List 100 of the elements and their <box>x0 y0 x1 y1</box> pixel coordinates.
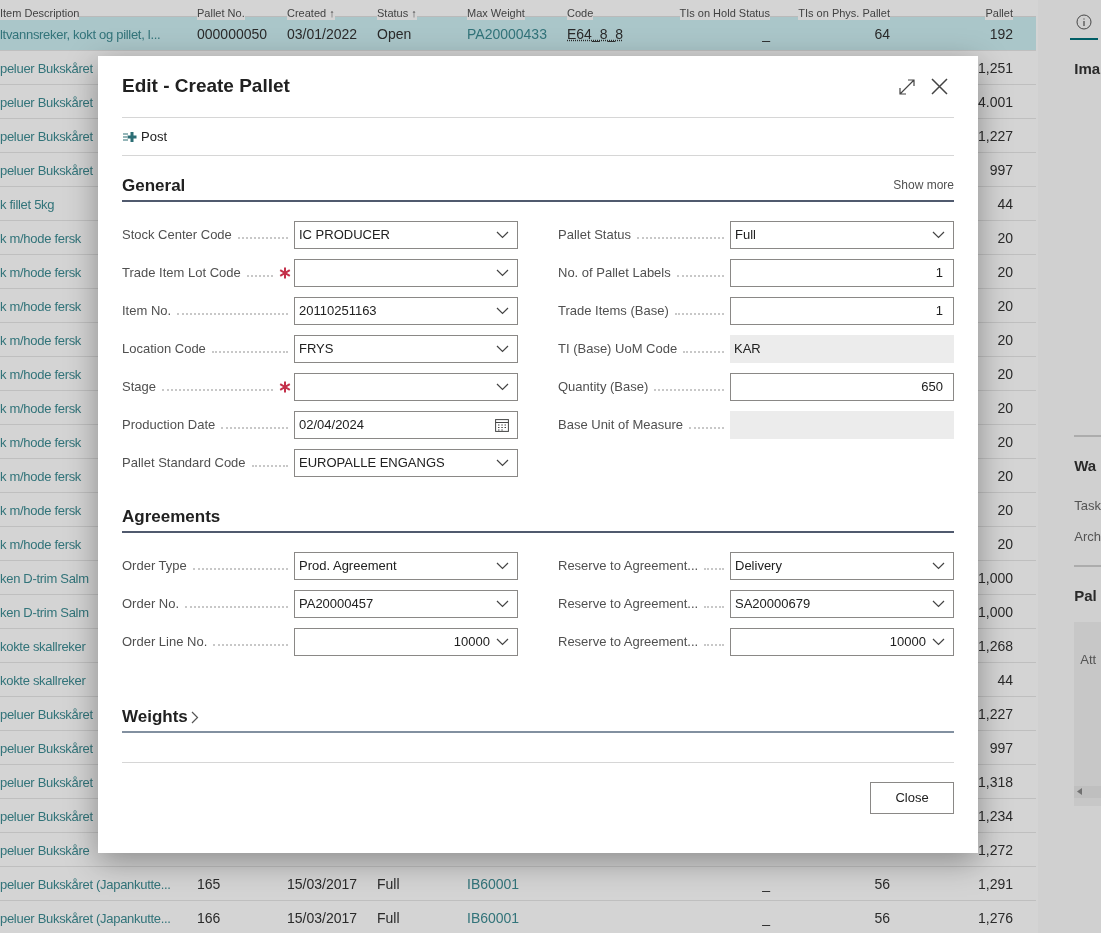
column-header[interactable]: Status ↑ <box>377 6 417 20</box>
table-link[interactable]: k m/hode fersk <box>0 468 82 484</box>
dropdown-field[interactable]: 20110251163 <box>294 297 518 325</box>
table-link[interactable]: peluer Bukskåret <box>0 162 93 178</box>
date-field[interactable]: 02/04/2024 <box>294 411 518 439</box>
section-heading[interactable]: Weights <box>122 707 188 727</box>
table-cell: 20 <box>997 501 1013 518</box>
table-link[interactable]: kokte skallreker <box>0 638 86 654</box>
dropdown-field[interactable]: PA20000457 <box>294 590 518 618</box>
table-link[interactable]: peluer Bukskåret <box>0 774 93 790</box>
table-cell: 1,227 <box>977 127 1013 144</box>
column-header[interactable]: TIs on Hold Status <box>679 6 770 20</box>
expand-icon[interactable] <box>899 78 915 95</box>
section-heading[interactable]: General <box>122 176 186 196</box>
post-button[interactable]: Post <box>122 126 167 147</box>
table-link[interactable]: IB60001 <box>467 875 520 892</box>
read-only-field[interactable]: KAR <box>730 335 954 363</box>
table-link[interactable]: k m/hode fersk <box>0 400 82 416</box>
table-link[interactable]: peluer Bukskåret <box>0 706 93 722</box>
dropdown-field[interactable]: IC PRODUCER <box>294 221 518 249</box>
dropdown-field[interactable]: 10000 <box>730 628 954 656</box>
field-label: Order Type <box>122 557 187 575</box>
dropdown-field[interactable] <box>294 259 518 287</box>
column-header[interactable]: Created ↑ <box>287 6 335 20</box>
table-link[interactable]: ken D-trim Salm <box>0 570 89 586</box>
table-link[interactable]: peluer Bukskåre <box>0 842 90 858</box>
field-label: Reserve to Agreement... <box>558 557 699 575</box>
close-button[interactable]: Close <box>870 782 954 814</box>
table-link[interactable]: peluer Bukskåret (Japankutte... <box>0 876 171 892</box>
number-field[interactable]: 1 <box>730 297 954 325</box>
dropdown-field[interactable]: FRYS <box>294 335 518 363</box>
section-title: Ima <box>1074 59 1101 79</box>
section-heading[interactable]: Agreements <box>122 507 221 527</box>
table-link[interactable]: kokte skallreker <box>0 672 86 688</box>
column-header[interactable]: TIs on Phys. Pallet <box>798 6 890 20</box>
table-cell: 000000050 <box>197 25 268 42</box>
table-cell: 1,227 <box>977 705 1013 722</box>
table-link[interactable]: peluer Bukskåret <box>0 740 93 756</box>
chevron-down-icon <box>496 231 509 239</box>
dropdown-field[interactable]: SA20000679 <box>730 590 954 618</box>
field-label: Reserve to Agreement... <box>558 595 699 613</box>
number-field[interactable]: 1 <box>730 259 954 287</box>
table-cell: 997 <box>989 739 1013 756</box>
dropdown-field[interactable]: Prod. Agreement <box>294 552 518 580</box>
calendar-icon <box>495 418 509 432</box>
table-link[interactable]: k m/hode fersk <box>0 230 82 246</box>
column-header[interactable]: Max Weight <box>467 6 525 20</box>
column-header[interactable]: Code <box>567 6 594 20</box>
chevron-down-icon <box>496 562 509 570</box>
table-cell: 192 <box>989 25 1013 42</box>
table-cell: 1,291 <box>977 875 1013 892</box>
field-label: Location Code <box>122 340 206 358</box>
table-cell: Open <box>377 25 412 42</box>
table-link[interactable]: peluer Bukskåret (Japankutte... <box>0 910 171 926</box>
scrollbar[interactable] <box>1074 785 1101 798</box>
field-label: Order Line No. <box>122 633 208 651</box>
table-link[interactable]: k fillet 5kg <box>0 196 55 212</box>
table-cell: Full <box>377 909 400 926</box>
table-link[interactable]: peluer Bukskåret <box>0 60 93 76</box>
table-link[interactable]: peluer Bukskåret <box>0 94 93 110</box>
table-link[interactable]: k m/hode fersk <box>0 332 82 348</box>
dropdown-field[interactable]: Delivery <box>730 552 954 580</box>
field-label: Production Date <box>122 416 216 434</box>
table-link[interactable]: k m/hode fersk <box>0 502 82 518</box>
dropdown-field[interactable]: 10000 <box>294 628 518 656</box>
show-more-link[interactable]: Show more <box>893 176 954 194</box>
close-icon[interactable] <box>931 78 948 95</box>
field-label: Trade Item Lot Code <box>122 264 241 282</box>
chevron-right-icon[interactable] <box>190 711 199 724</box>
chevron-down-icon <box>496 269 509 277</box>
info-icon[interactable] <box>1076 14 1093 30</box>
column-header[interactable]: Pallet <box>985 6 1013 20</box>
number-field[interactable]: 650 <box>730 373 954 401</box>
table-cell: 64 <box>874 25 890 42</box>
table-cell: 165 <box>197 875 221 892</box>
dropdown-field[interactable] <box>294 373 518 401</box>
table-cell: 1,272 <box>977 841 1013 858</box>
table-cell: 20 <box>997 467 1013 484</box>
table-link[interactable]: IB60001 <box>467 909 520 926</box>
dropdown-field[interactable]: Full <box>730 221 954 249</box>
table-link[interactable]: k m/hode fersk <box>0 434 82 450</box>
table-link[interactable]: k m/hode fersk <box>0 536 82 552</box>
table-link[interactable]: peluer Bukskåret <box>0 808 93 824</box>
table-link[interactable]: k m/hode fersk <box>0 298 82 314</box>
column-header[interactable]: Pallet No. <box>197 6 245 20</box>
code-link[interactable]: E64_8_8 <box>567 25 624 42</box>
table-cell: 15/03/2017 <box>287 909 358 926</box>
field-label: TI (Base) UoM Code <box>558 340 678 358</box>
field-label: Pallet Standard Code <box>122 454 246 472</box>
table-cell: 1,234 <box>977 807 1013 824</box>
section-title: Pal <box>1074 586 1098 606</box>
table-link[interactable]: k m/hode fersk <box>0 264 82 280</box>
dropdown-field[interactable]: EUROPALLE ENGANGS <box>294 449 518 477</box>
table-link[interactable]: ken D-trim Salm <box>0 604 89 620</box>
scroll-left-icon[interactable] <box>1077 788 1083 795</box>
chevron-down-icon <box>932 562 945 570</box>
column-header[interactable]: Item Description <box>0 6 80 20</box>
table-link[interactable]: k m/hode fersk <box>0 366 82 382</box>
table-link[interactable]: peluer Bukskåret <box>0 128 93 144</box>
chevron-down-icon <box>496 638 509 646</box>
